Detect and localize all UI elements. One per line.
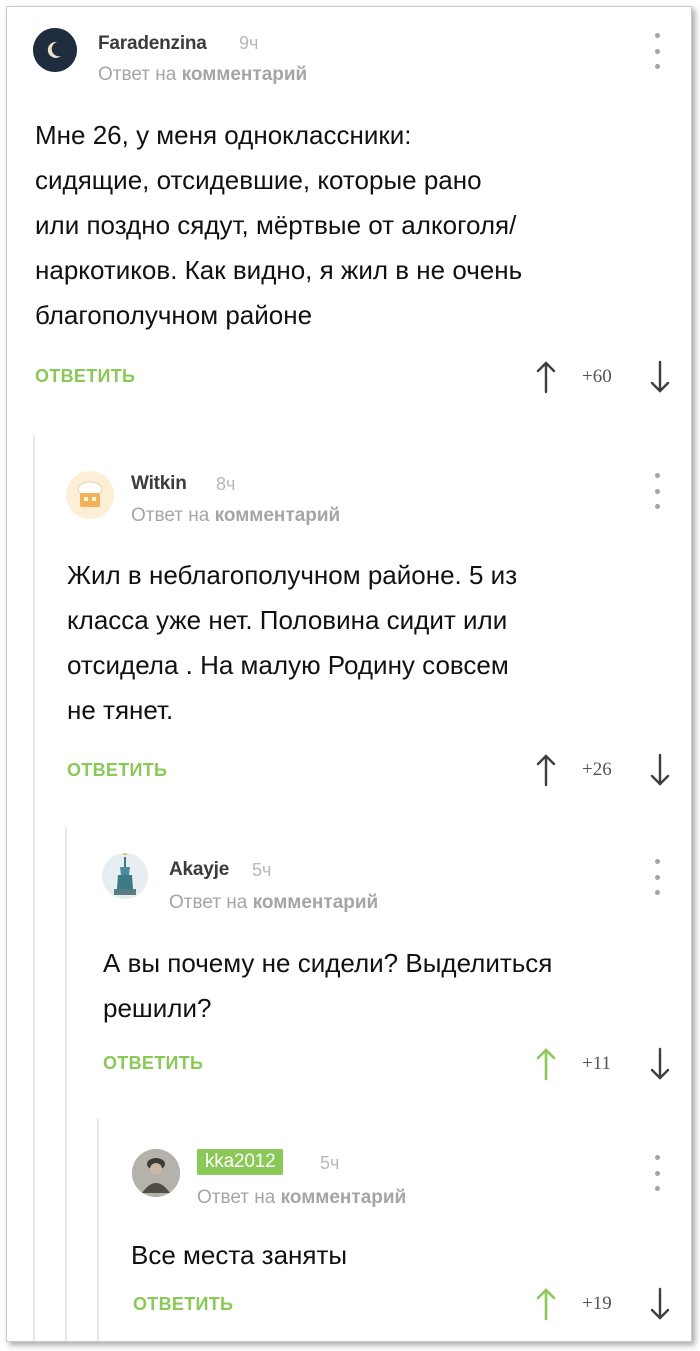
vote-score: +11 bbox=[582, 1053, 612, 1074]
vote-controls: +26 bbox=[535, 753, 675, 787]
thread-line[interactable] bbox=[33, 435, 35, 1341]
thread-line[interactable] bbox=[97, 1119, 99, 1341]
moon-avatar[interactable] bbox=[33, 28, 77, 72]
more-options-icon[interactable] bbox=[647, 473, 667, 509]
reply-button[interactable]: ОТВЕТИТЬ bbox=[103, 1053, 203, 1074]
chef-hat-icon bbox=[66, 471, 114, 519]
reply-context: Ответ на комментарий bbox=[169, 892, 378, 914]
parent-comment-link[interactable]: комментарий bbox=[215, 505, 341, 526]
comment-body: Все места заняты bbox=[131, 1240, 348, 1270]
comment-body: Жил в неблагополучном районе. 5 из класс… bbox=[67, 560, 518, 725]
upvote-icon[interactable] bbox=[535, 360, 557, 394]
soldier-photo-icon bbox=[132, 1149, 180, 1197]
thread-line[interactable] bbox=[65, 827, 67, 1341]
parent-comment-link[interactable]: комментарий bbox=[281, 1187, 407, 1208]
username[interactable]: Witkin bbox=[131, 473, 187, 495]
more-options-icon[interactable] bbox=[647, 33, 667, 69]
upvote-icon[interactable] bbox=[535, 1287, 557, 1321]
statue-of-liberty-icon bbox=[102, 853, 148, 899]
timestamp: 5ч bbox=[320, 1153, 340, 1173]
reply-prefix: Ответ на bbox=[98, 64, 177, 85]
downvote-icon[interactable] bbox=[649, 360, 671, 394]
reply-context: Ответ на комментарий bbox=[131, 505, 340, 527]
reply-button[interactable]: ОТВЕТИТЬ bbox=[67, 760, 167, 781]
reply-prefix: Ответ на bbox=[197, 1187, 276, 1208]
more-options-icon[interactable] bbox=[647, 1155, 667, 1191]
vote-controls: +19 bbox=[535, 1287, 675, 1321]
upvote-icon[interactable] bbox=[535, 753, 557, 787]
comment-body: А вы почему не сидели? Выделиться решили… bbox=[103, 948, 553, 1023]
timestamp: 8ч bbox=[216, 474, 236, 494]
reply-button[interactable]: ОТВЕТИТЬ bbox=[133, 1294, 233, 1315]
downvote-icon[interactable] bbox=[649, 753, 671, 787]
timestamp: 5ч bbox=[252, 860, 272, 880]
vote-score: +19 bbox=[582, 1293, 612, 1314]
reply-context: Ответ на комментарий bbox=[98, 64, 307, 86]
username[interactable]: Akayje bbox=[169, 859, 229, 881]
upvote-icon[interactable] bbox=[535, 1047, 557, 1081]
soldier-photo-avatar[interactable] bbox=[132, 1149, 180, 1197]
more-options-icon[interactable] bbox=[647, 859, 667, 895]
parent-comment-link[interactable]: комментарий bbox=[253, 892, 379, 913]
reply-prefix: Ответ на bbox=[131, 505, 210, 526]
comments-thread: Faradenzina 9ч Ответ на комментарий Мне … bbox=[6, 6, 692, 1342]
username[interactable]: Faradenzina bbox=[98, 33, 207, 55]
username[interactable]: kka2012 bbox=[197, 1149, 284, 1175]
comment: kka2012 5ч Ответ на комментарий Все мест… bbox=[97, 1119, 691, 1341]
moon-icon bbox=[33, 28, 77, 72]
vote-controls: +60 bbox=[535, 360, 675, 394]
reply-prefix: Ответ на bbox=[169, 892, 248, 913]
downvote-icon[interactable] bbox=[649, 1047, 671, 1081]
timestamp: 9ч bbox=[239, 33, 259, 53]
reply-button[interactable]: ОТВЕТИТЬ bbox=[35, 366, 135, 387]
vote-score: +26 bbox=[582, 759, 612, 780]
vote-controls: +11 bbox=[535, 1047, 675, 1081]
downvote-icon[interactable] bbox=[649, 1287, 671, 1321]
reply-context: Ответ на комментарий bbox=[197, 1187, 406, 1209]
parent-comment-link[interactable]: комментарий bbox=[182, 64, 308, 85]
statue-of-liberty-avatar[interactable] bbox=[102, 853, 148, 899]
chef-hat-avatar[interactable] bbox=[66, 471, 114, 519]
comment: Faradenzina 9ч Ответ на комментарий Мне … bbox=[7, 7, 691, 417]
comment-body: Мне 26, у меня одноклассники: сидящие, о… bbox=[35, 120, 523, 330]
vote-score: +60 bbox=[582, 366, 612, 387]
